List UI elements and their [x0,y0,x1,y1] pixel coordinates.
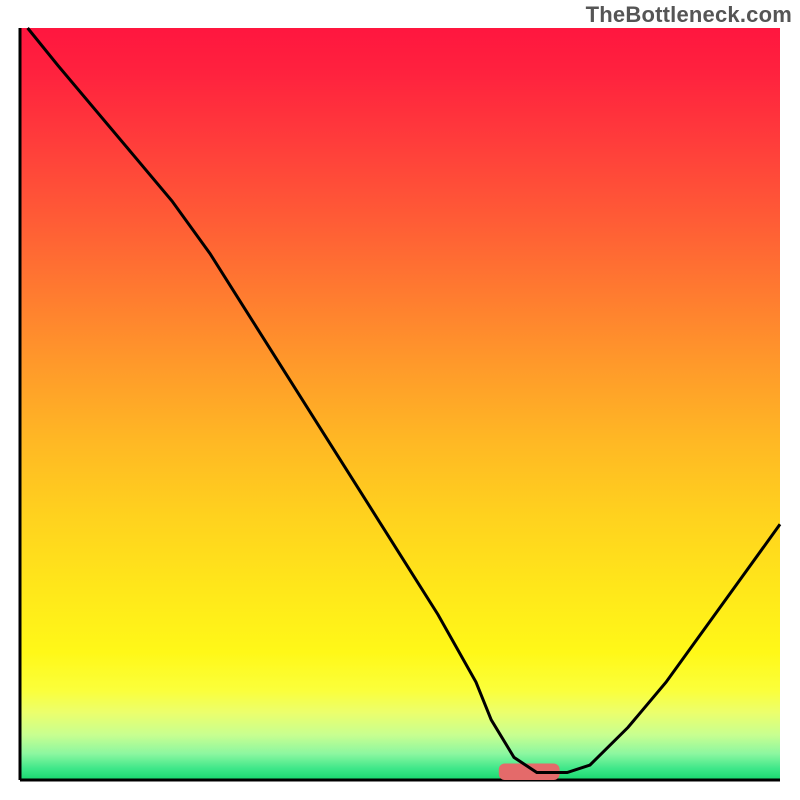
chart-frame: TheBottleneck.com [0,0,800,800]
plot-background [20,28,780,780]
watermark-text: TheBottleneck.com [586,2,792,28]
bottleneck-chart [0,0,800,800]
